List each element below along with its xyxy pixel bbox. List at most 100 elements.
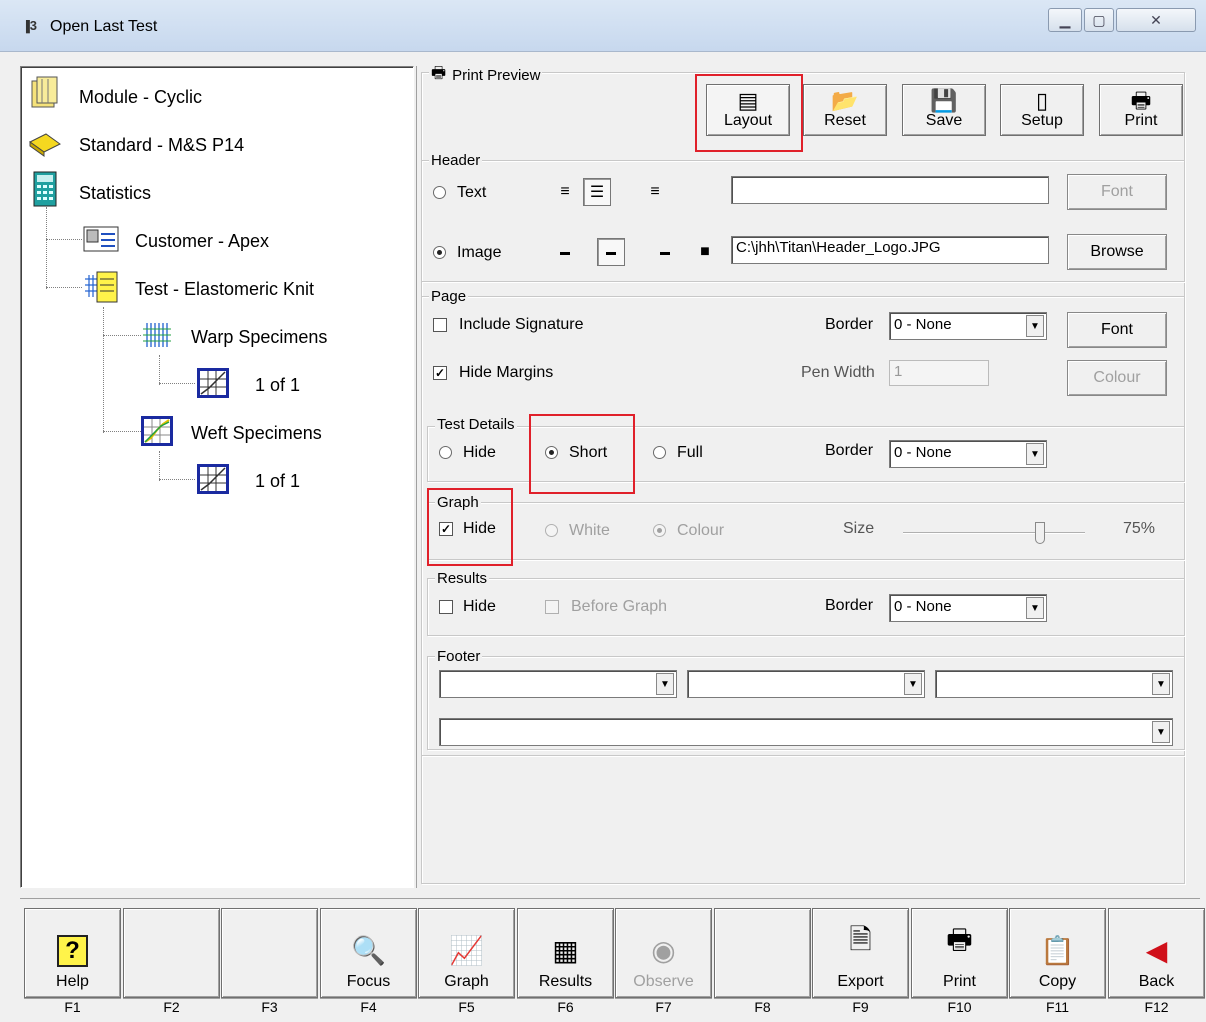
tree-connector	[159, 383, 195, 384]
tree-item-statistics[interactable]: Statistics	[79, 183, 151, 204]
pen-width-input[interactable]: 1	[889, 360, 989, 386]
fkey-button-f2[interactable]	[123, 908, 220, 998]
hide-margins-checkbox[interactable]: ✓	[433, 366, 447, 380]
tree-connector	[103, 307, 104, 433]
test-details-border-label: Border	[825, 442, 874, 459]
fkey-label: Print	[943, 973, 976, 990]
align-center-button[interactable]: ☰	[583, 178, 611, 206]
colour-button[interactable]: Colour	[1067, 360, 1167, 396]
fkey-button-f6[interactable]: ▦ Results	[517, 908, 614, 998]
header-text-input[interactable]	[731, 176, 1049, 204]
tree-item-standard[interactable]: Standard - M&S P14	[79, 135, 244, 156]
save-button[interactable]: 💾 Save	[902, 84, 986, 136]
page-font-button[interactable]: Font	[1067, 312, 1167, 348]
graph-colour-label: Colour	[677, 522, 725, 539]
tree-item-customer[interactable]: Customer - Apex	[135, 231, 269, 252]
fkey-shortcut-label: F9	[812, 998, 909, 1018]
fkey-button-f4[interactable]: 🔍 Focus	[320, 908, 417, 998]
highlight-box-short	[529, 414, 635, 494]
print-button[interactable]: 🖶 Print	[1099, 84, 1183, 136]
graph-size-value: 75%	[1123, 520, 1156, 537]
test-details-hide-radio[interactable]	[439, 446, 452, 459]
graph-size-slider-track[interactable]	[903, 532, 1085, 534]
test-details-border-select[interactable]: 0 - None ▼	[889, 440, 1047, 468]
fkey-button-f7[interactable]: ◉ Observe	[615, 908, 712, 998]
page-border-label: Border	[825, 316, 874, 333]
tree-connector	[159, 479, 195, 480]
warp-icon	[139, 317, 175, 353]
fkey-button-f9[interactable]: 🗎 Export	[812, 908, 909, 998]
setup-button[interactable]: ▯ Setup	[1000, 84, 1084, 136]
tree-connector	[159, 355, 160, 385]
browse-button[interactable]: Browse	[1067, 234, 1167, 270]
tree-item-weft-1of1[interactable]: 1 of 1	[255, 471, 300, 492]
fkey-button-f11[interactable]: 📋 Copy	[1009, 908, 1106, 998]
fkey-label: Results	[538, 973, 593, 990]
graph-colour-radio[interactable]	[653, 524, 666, 537]
fkey-button-f1[interactable]: ? Help	[24, 908, 121, 998]
fkey-label: Help	[56, 973, 89, 990]
include-signature-label: Include Signature	[459, 316, 584, 333]
align-right-button[interactable]: ≡	[641, 178, 669, 206]
test-details-full-radio[interactable]	[653, 446, 666, 459]
header-text-radio[interactable]	[433, 186, 446, 199]
include-signature-checkbox[interactable]	[433, 318, 447, 332]
image-small-center-icon: ▬	[606, 246, 616, 258]
fkey-button-f3[interactable]	[221, 908, 318, 998]
tree-connector	[103, 335, 141, 336]
results-border-label: Border	[825, 597, 874, 614]
fkey-button-f10[interactable]: 🖶 Print	[911, 908, 1008, 998]
results-hide-checkbox[interactable]	[439, 600, 453, 614]
graph-size-label: Size	[843, 520, 875, 537]
tree-item-warp-specimens[interactable]: Warp Specimens	[191, 327, 327, 348]
results-table-icon: ▦	[552, 935, 579, 966]
image-align-center-button[interactable]: ▬	[597, 238, 625, 266]
align-left-button[interactable]: ≡	[551, 178, 579, 206]
fkey-button-f12[interactable]: ◀ Back	[1108, 908, 1205, 998]
chevron-down-icon: ▼	[1152, 721, 1170, 743]
image-align-left-button[interactable]: ▬	[551, 238, 579, 266]
fkey-shortcut-label: F8	[714, 998, 811, 1018]
before-graph-checkbox[interactable]	[545, 600, 559, 614]
copy-clipboard-icon: 📋	[1040, 935, 1075, 966]
image-align-right-button[interactable]: ▬	[651, 238, 679, 266]
fkey-shortcut-label: F5	[418, 998, 515, 1018]
minimize-button[interactable]: ▁	[1048, 8, 1082, 32]
fkey-button-f8[interactable]	[714, 908, 811, 998]
header-legend: Header	[429, 152, 483, 169]
graph-white-radio[interactable]	[545, 524, 558, 537]
results-border-select[interactable]: 0 - None ▼	[889, 594, 1047, 622]
tree-item-warp-1of1[interactable]: 1 of 1	[255, 375, 300, 396]
header-font-button[interactable]: Font	[1067, 174, 1167, 210]
graph-grid-icon	[195, 461, 231, 497]
fkey-shortcut-label: F11	[1009, 998, 1106, 1018]
tree-item-test[interactable]: Test - Elastomeric Knit	[135, 279, 314, 300]
footer-bottom-select[interactable]: ▼	[439, 718, 1173, 746]
footer-right-select[interactable]: ▼	[935, 670, 1173, 698]
header-image-radio[interactable]	[433, 246, 446, 259]
printer-icon: 🖶	[1130, 88, 1152, 113]
graph-grid-icon	[195, 365, 231, 401]
close-button[interactable]: ✕	[1116, 8, 1196, 32]
maximize-button[interactable]: ▢	[1084, 8, 1114, 32]
tree-connector	[46, 207, 47, 289]
tree-item-module[interactable]: Module - Cyclic	[79, 87, 202, 108]
footer-left-select[interactable]: ▼	[439, 670, 677, 698]
fkey-shortcut-label: F3	[221, 998, 318, 1018]
test-tree[interactable]: Module - Cyclic Standard - M&S P14 Stati…	[20, 66, 414, 888]
window-title: Open Last Test	[50, 18, 158, 35]
weft-icon	[139, 413, 175, 449]
test-details-hide-label: Hide	[463, 444, 496, 461]
chevron-down-icon: ▼	[1026, 315, 1044, 337]
tree-item-weft-specimens[interactable]: Weft Specimens	[191, 423, 322, 444]
page-border-select[interactable]: 0 - None ▼	[889, 312, 1047, 340]
footer-center-select[interactable]: ▼	[687, 670, 925, 698]
fkey-button-f5[interactable]: 📈 Graph	[418, 908, 515, 998]
reset-button[interactable]: 📂 Reset	[803, 84, 887, 136]
graph-size-slider-thumb[interactable]	[1035, 522, 1045, 544]
hide-margins-label: Hide Margins	[459, 364, 554, 381]
book-icon	[27, 125, 63, 161]
header-image-path-input[interactable]: C:\jhh\Titan\Header_Logo.JPG	[731, 236, 1049, 264]
page-setup-icon: ▯	[1035, 88, 1049, 113]
image-stretch-button[interactable]: ■	[691, 238, 719, 266]
